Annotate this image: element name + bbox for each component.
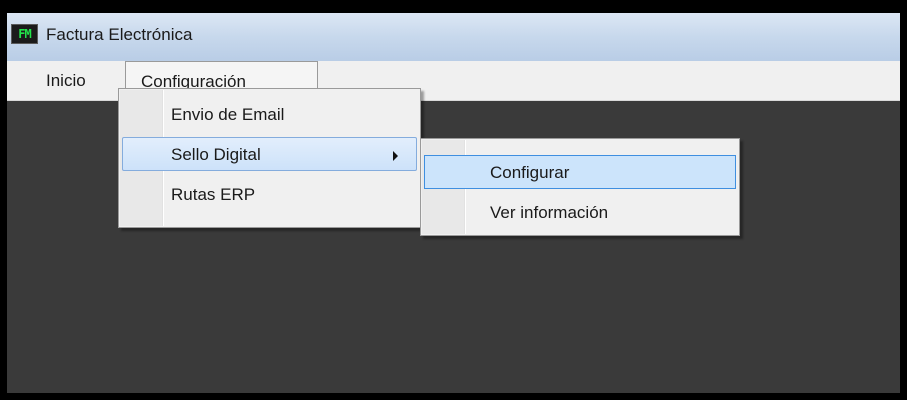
menu-item-label: Envio de Email — [171, 105, 285, 124]
menu-item-sello-digital[interactable]: Sello Digital — [122, 137, 417, 171]
sello-digital-submenu: Configurar Ver información — [420, 138, 740, 236]
menu-item-rutas-erp[interactable]: Rutas ERP — [122, 177, 417, 211]
window-title: Factura Electrónica — [46, 25, 193, 44]
menu-inicio[interactable]: Inicio — [34, 61, 98, 101]
title-bar[interactable]: FM Factura Electrónica — [7, 13, 900, 61]
screenshot-frame: FM Factura Electrónica Inicio Configurac… — [0, 0, 907, 400]
menu-item-envio-email[interactable]: Envio de Email — [122, 97, 417, 131]
configuracion-dropdown: Envio de Email Sello Digital Rutas ERP — [118, 88, 421, 228]
app-logo-icon: FM — [11, 24, 38, 44]
menu-item-label: Sello Digital — [171, 145, 261, 164]
submenu-arrow-icon — [393, 151, 398, 161]
menu-item-label: Ver información — [490, 203, 609, 222]
menu-item-configurar[interactable]: Configurar — [424, 155, 736, 189]
menu-item-label: Configurar — [490, 163, 570, 182]
menu-item-ver-informacion[interactable]: Ver información — [424, 195, 736, 229]
menu-item-label: Rutas ERP — [171, 185, 256, 204]
